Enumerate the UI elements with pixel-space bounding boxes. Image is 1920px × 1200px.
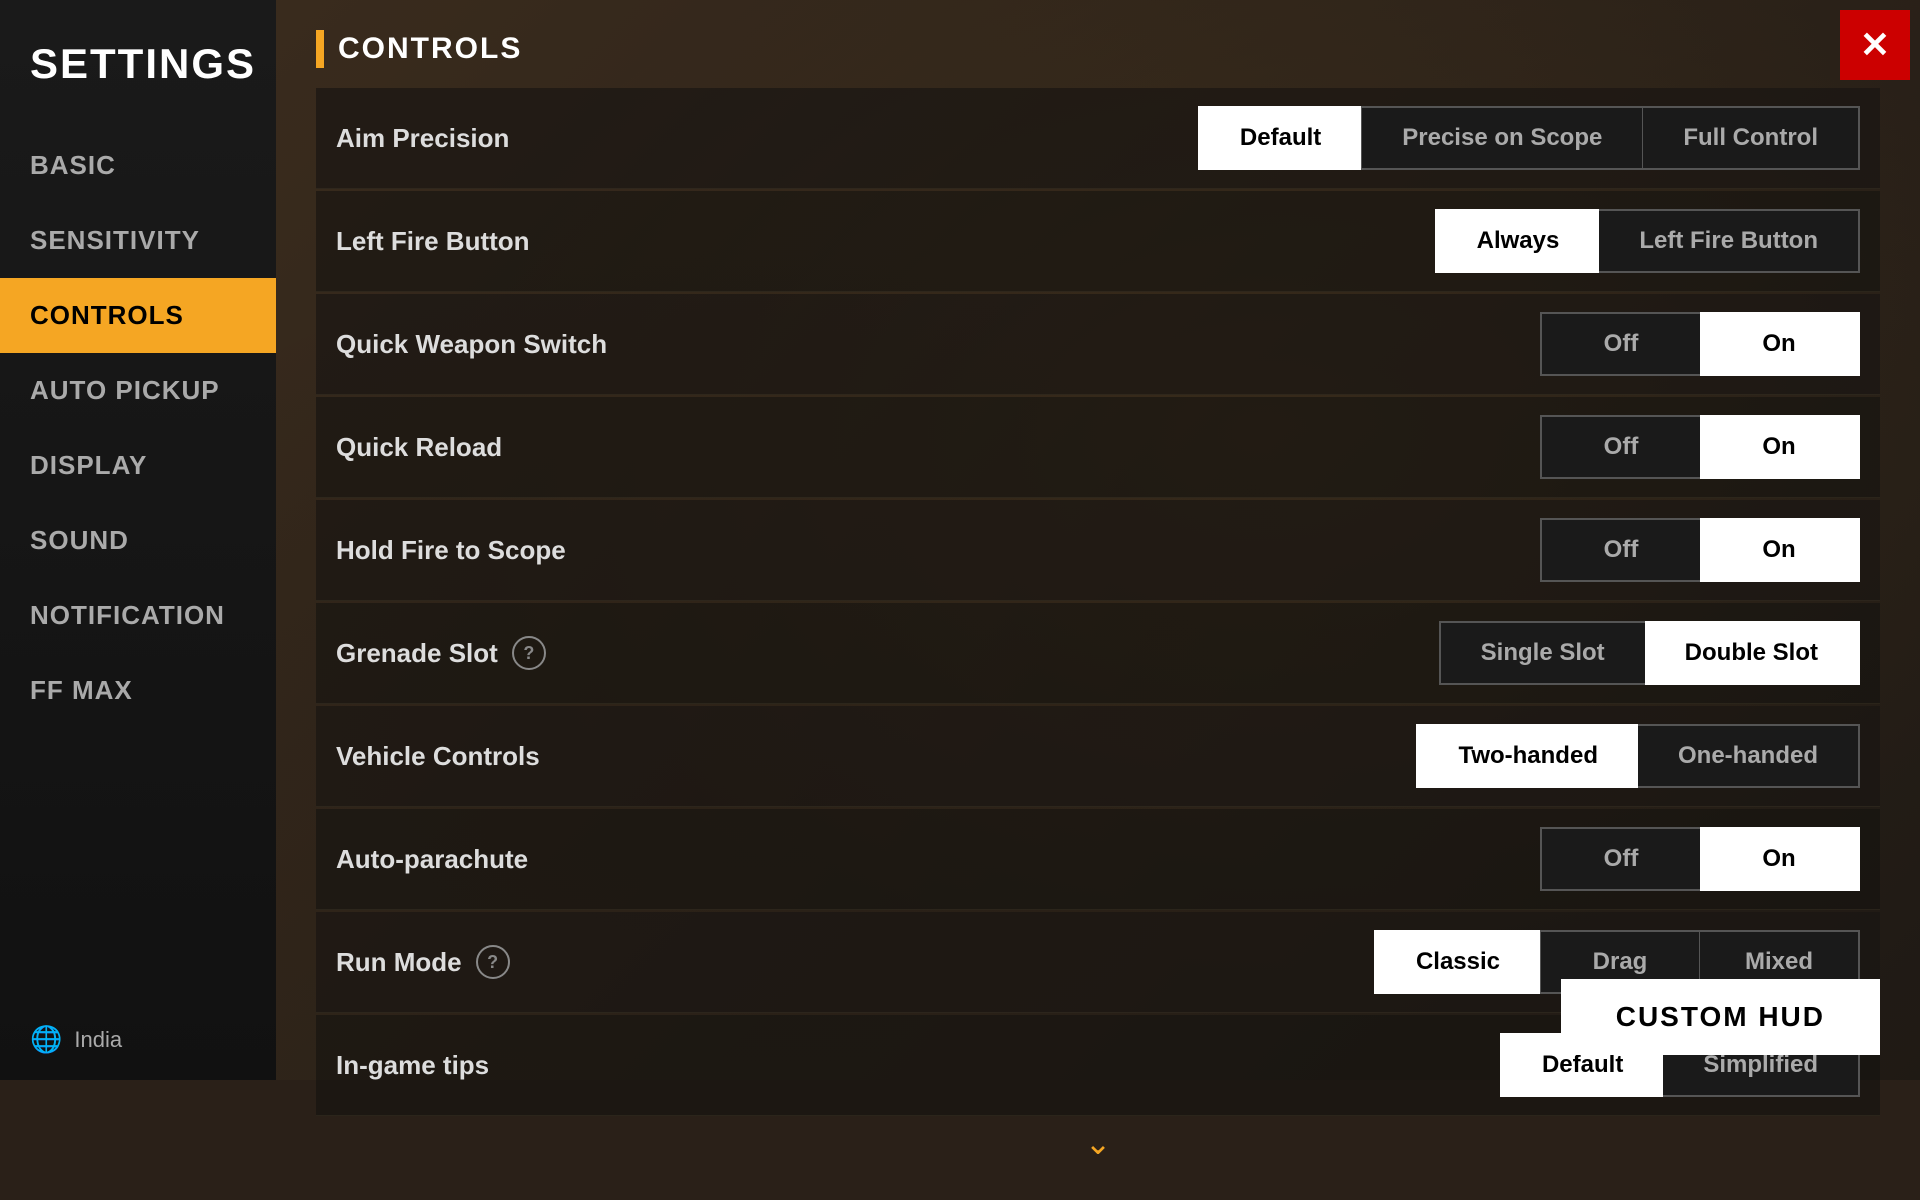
aim-precision-full[interactable]: Full Control	[1643, 106, 1860, 170]
auto-parachute-label: Auto-parachute	[336, 844, 1540, 875]
vehicle-controls-options: Two-handed One-handed	[1416, 724, 1860, 788]
quick-reload-off[interactable]: Off	[1540, 415, 1700, 479]
auto-parachute-on[interactable]: On	[1700, 827, 1860, 891]
settings-title: SETTINGS	[0, 20, 276, 128]
chevron-down-icon: ⌄	[1085, 1124, 1112, 1162]
sidebar-item-controls[interactable]: CONTROLS	[0, 278, 276, 353]
section-header: CONTROLS	[316, 30, 1880, 68]
setting-row-aim-precision: Aim Precision Default Precise on Scope F…	[316, 88, 1880, 189]
quick-weapon-options: Off On	[1540, 312, 1860, 376]
vehicle-two-handed[interactable]: Two-handed	[1416, 724, 1638, 788]
sidebar-item-basic[interactable]: BASIC	[0, 128, 276, 203]
quick-reload-label: Quick Reload	[336, 432, 1540, 463]
quick-weapon-on[interactable]: On	[1700, 312, 1860, 376]
setting-row-grenade-slot: Grenade Slot ? Single Slot Double Slot	[316, 603, 1880, 704]
sidebar: SETTINGS BASIC SENSITIVITY CONTROLS AUTO…	[0, 0, 276, 1080]
quick-reload-options: Off On	[1540, 415, 1860, 479]
sidebar-item-ff-max[interactable]: FF MAX	[0, 653, 276, 728]
run-mode-label: Run Mode ?	[336, 945, 1374, 979]
globe-icon: 🌐	[30, 1024, 62, 1055]
grenade-double[interactable]: Double Slot	[1645, 621, 1860, 685]
sidebar-item-sensitivity[interactable]: SENSITIVITY	[0, 203, 276, 278]
close-button[interactable]: ✕	[1840, 10, 1910, 80]
left-fire-options: Always Left Fire Button	[1435, 209, 1860, 273]
aim-precision-label: Aim Precision	[336, 123, 1198, 154]
setting-row-hold-fire: Hold Fire to Scope Off On	[316, 500, 1880, 601]
main-content: ✕ CONTROLS Aim Precision Default Precise…	[276, 0, 1920, 1080]
sidebar-bottom: 🌐 India	[0, 999, 276, 1080]
bottom-bar: CUSTOM HUD	[1521, 954, 1920, 1080]
left-fire-always[interactable]: Always	[1435, 209, 1600, 273]
sidebar-item-sound[interactable]: SOUND	[0, 503, 276, 578]
quick-reload-on[interactable]: On	[1700, 415, 1860, 479]
aim-precision-options: Default Precise on Scope Full Control	[1198, 106, 1860, 170]
run-mode-help-icon[interactable]: ?	[476, 945, 510, 979]
hold-fire-options: Off On	[1540, 518, 1860, 582]
sidebar-item-auto-pickup[interactable]: AUTO PICKUP	[0, 353, 276, 428]
hold-fire-off[interactable]: Off	[1540, 518, 1700, 582]
setting-row-quick-weapon: Quick Weapon Switch Off On	[316, 294, 1880, 395]
grenade-slot-help-icon[interactable]: ?	[512, 636, 546, 670]
quick-weapon-label: Quick Weapon Switch	[336, 329, 1540, 360]
left-fire-label: Left Fire Button	[336, 226, 1435, 257]
run-mode-classic[interactable]: Classic	[1374, 930, 1540, 994]
in-game-tips-label: In-game tips	[336, 1050, 1500, 1081]
vehicle-one-handed[interactable]: One-handed	[1638, 724, 1860, 788]
setting-row-vehicle-controls: Vehicle Controls Two-handed One-handed	[316, 706, 1880, 807]
sidebar-item-notification[interactable]: NOTIFICATION	[0, 578, 276, 653]
section-indicator	[316, 30, 324, 68]
aim-precision-default[interactable]: Default	[1198, 106, 1361, 170]
hold-fire-on[interactable]: On	[1700, 518, 1860, 582]
setting-row-quick-reload: Quick Reload Off On	[316, 397, 1880, 498]
quick-weapon-off[interactable]: Off	[1540, 312, 1700, 376]
setting-row-auto-parachute: Auto-parachute Off On	[316, 809, 1880, 910]
setting-row-left-fire: Left Fire Button Always Left Fire Button	[316, 191, 1880, 292]
auto-parachute-options: Off On	[1540, 827, 1860, 891]
grenade-slot-options: Single Slot Double Slot	[1439, 621, 1860, 685]
region-label: India	[74, 1027, 122, 1053]
grenade-slot-label: Grenade Slot ?	[336, 636, 1439, 670]
aim-precision-precise[interactable]: Precise on Scope	[1361, 106, 1643, 170]
custom-hud-button[interactable]: CUSTOM HUD	[1561, 979, 1880, 1055]
vehicle-controls-label: Vehicle Controls	[336, 741, 1416, 772]
scroll-indicator: ⌄	[316, 1116, 1880, 1170]
auto-parachute-off[interactable]: Off	[1540, 827, 1700, 891]
hold-fire-label: Hold Fire to Scope	[336, 535, 1540, 566]
grenade-single[interactable]: Single Slot	[1439, 621, 1645, 685]
left-fire-button[interactable]: Left Fire Button	[1599, 209, 1860, 273]
sidebar-item-display[interactable]: DISPLAY	[0, 428, 276, 503]
section-title: CONTROLS	[338, 32, 522, 66]
